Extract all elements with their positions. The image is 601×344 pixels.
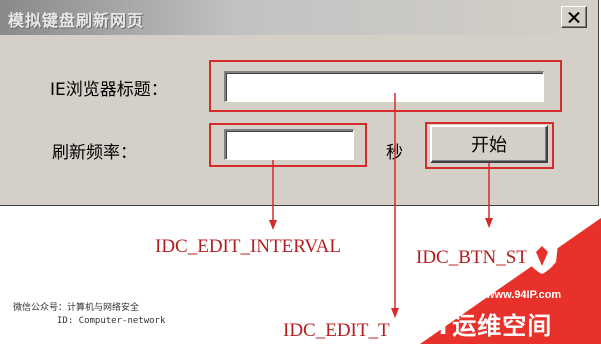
watermark-url: www.94IP.com — [486, 289, 562, 301]
watermark-brand: IT运维空间 — [425, 312, 553, 340]
